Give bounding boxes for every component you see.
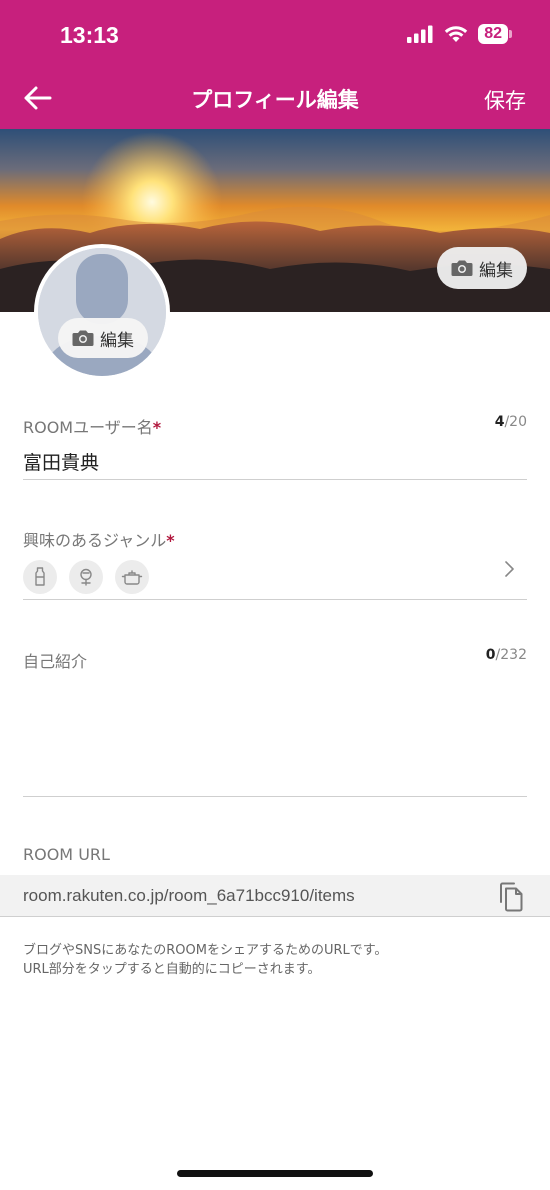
username-input[interactable]: 富田貴典 [23, 448, 99, 475]
wifi-icon [445, 26, 468, 42]
username-max: /20 [504, 414, 527, 430]
username-counter: 4/20 [495, 414, 527, 430]
copy-icon[interactable] [498, 882, 524, 912]
room-url-help: ブログやSNSにあなたのROOMをシェアするためのURLです。 URL部分をタッ… [23, 941, 387, 979]
battery-level: 82 [478, 24, 508, 44]
bio-label: 自己紹介 [23, 652, 88, 671]
bio-count: 0 [485, 647, 496, 663]
genre-label: 興味のあるジャンル* [23, 527, 175, 551]
required-mark: * [152, 418, 162, 437]
camera-icon [451, 260, 473, 276]
signal-icon [407, 25, 433, 43]
avatar-edit-label: 編集 [100, 330, 134, 351]
username-label-text: ROOMユーザー名 [23, 418, 153, 437]
battery-tip [509, 30, 512, 38]
divider [23, 599, 527, 600]
battery-indicator: 82 [478, 24, 512, 44]
room-url-value[interactable]: room.rakuten.co.jp/room_6a71bcc910/items [23, 886, 355, 906]
page-title: プロフィール編集 [191, 88, 359, 112]
help-line: ブログやSNSにあなたのROOMをシェアするためのURLです。 [23, 943, 388, 958]
help-line: URL部分をタップすると自動的にコピーされます。 [23, 962, 321, 977]
fashion-icon[interactable] [23, 560, 57, 594]
home-indicator [177, 1170, 373, 1177]
room-url-field[interactable]: room.rakuten.co.jp/room_6a71bcc910/items [0, 875, 550, 917]
avatar [34, 244, 170, 380]
status-icons: 82 [406, 24, 512, 44]
bio-max: /232 [495, 647, 527, 663]
bio-textarea[interactable] [23, 680, 527, 790]
avatar-edit-button[interactable]: 編集 [58, 318, 148, 358]
camera-icon [72, 330, 94, 346]
chevron-right-icon[interactable] [500, 558, 520, 580]
required-mark: * [166, 531, 175, 550]
username-label: ROOMユーザー名* [23, 414, 161, 438]
room-url-label: ROOM URL [23, 845, 110, 864]
genre-icons[interactable] [23, 560, 149, 594]
status-time: 13:13 [60, 22, 119, 48]
divider [23, 479, 527, 480]
cover-edit-label: 編集 [479, 260, 513, 281]
bio-counter: 0/232 [486, 647, 527, 663]
app-header: 13:13 82 プロフィール編集 保存 [0, 0, 550, 129]
divider [23, 796, 527, 797]
genre-label-text: 興味のあるジャンル [23, 531, 167, 550]
beauty-icon[interactable] [69, 560, 103, 594]
cover-edit-button[interactable]: 編集 [437, 247, 527, 289]
cooking-pot-icon[interactable] [115, 560, 149, 594]
username-count: 4 [494, 414, 505, 430]
save-button[interactable]: 保存 [484, 85, 526, 115]
